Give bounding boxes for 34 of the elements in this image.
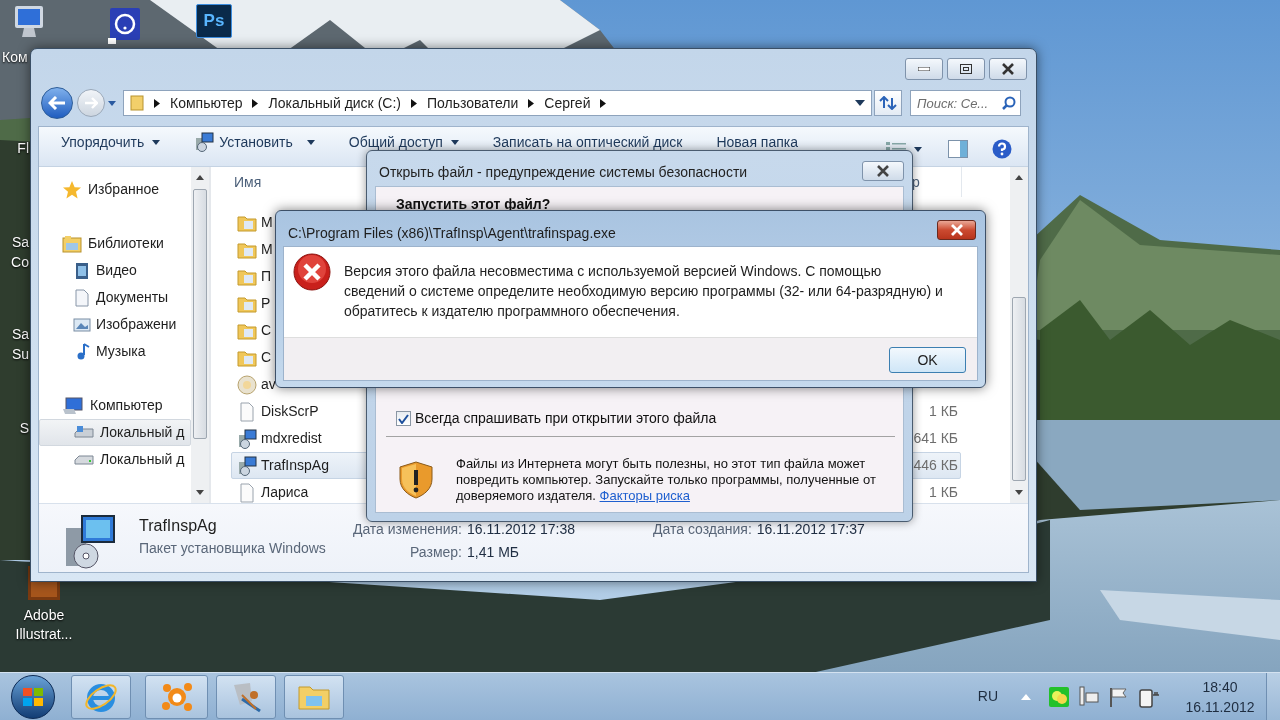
file-name: Лариса bbox=[261, 483, 309, 502]
dialog-heading: Запустить этот файл? bbox=[396, 195, 551, 214]
file-name: П bbox=[261, 267, 272, 286]
desktop-icon-label: S bbox=[18, 419, 29, 438]
desktop-icon-label: Ком bbox=[2, 48, 28, 66]
detail-value: 16.11.2012 17:38 bbox=[467, 520, 575, 539]
detail-label: Размер: bbox=[409, 543, 462, 562]
file-name: М bbox=[261, 240, 273, 259]
file-size: 446 КБ bbox=[913, 456, 958, 475]
warning-text: Файлы из Интернета могут быть полезны, но этот тип файла может повредить компьютер. Запускайте только программы, полученные от доверяемого издателя. Факторы риска bbox=[456, 456, 877, 504]
file-name: С bbox=[261, 348, 272, 367]
detail-label: Дата создания: bbox=[653, 520, 752, 539]
desktop-icon-label: Fl bbox=[16, 139, 29, 158]
error-message: Версия этого файла несовместима с используемой версией Windows. С помощью сведений о системе определите необходимую версию программы (32- или 64-разрядную) и обратитесь к издателю программного обеспечения. bbox=[344, 262, 944, 321]
detail-value: 16.11.2012 17:37 bbox=[756, 520, 865, 539]
dialog-title: Открыть файл - предупреждение системы безопасности bbox=[379, 163, 748, 182]
file-name: TrafInspAg bbox=[139, 516, 218, 536]
file-name: Р bbox=[261, 294, 271, 313]
file-size: 641 КБ bbox=[913, 429, 958, 448]
file-name: М bbox=[261, 213, 273, 232]
file-size: 1 КБ bbox=[928, 483, 958, 502]
file-name: TrafInspAg bbox=[261, 456, 329, 475]
file-name: mdxredist bbox=[261, 429, 322, 448]
detail-value: 1,41 МБ bbox=[467, 543, 519, 562]
dialog-title: C:\Program Files (x86)\TrafInsp\Agent\trafinspag.exe bbox=[288, 224, 616, 243]
file-name: С bbox=[261, 321, 272, 340]
file-type: Пакет установщика Windows bbox=[139, 539, 327, 558]
detail-label: Дата изменения: bbox=[351, 520, 462, 539]
desktop-icon-label: Sa Su bbox=[10, 325, 29, 364]
file-name: av bbox=[261, 375, 276, 394]
desktop-icon-label: Adobe Illustrat... bbox=[14, 606, 74, 644]
desktop-icon-label: Sa Co bbox=[10, 233, 29, 272]
file-name: DiskScrP bbox=[261, 402, 319, 421]
file-size: 1 КБ bbox=[928, 402, 958, 421]
